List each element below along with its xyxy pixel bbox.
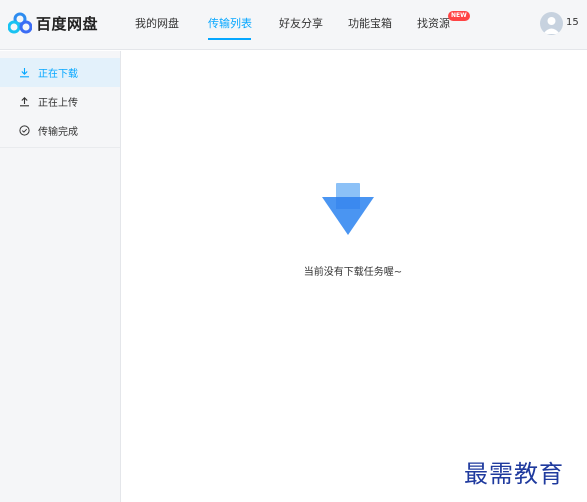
user-name[interactable]: 15: [566, 17, 579, 28]
sidebar-item-uploading[interactable]: 正在上传: [0, 87, 120, 116]
top-header: 百度网盘 我的网盘 传输列表 好友分享 功能宝箱 找资源 NEW 15: [0, 0, 587, 50]
transfer-sidebar: 正在下载 正在上传 传输完成: [0, 51, 121, 502]
app-logo[interactable]: 百度网盘: [8, 11, 98, 35]
empty-download-arrow-icon: [319, 183, 377, 241]
empty-state-message: 当前没有下载任务喔~: [303, 267, 403, 278]
avatar-person-icon: [543, 17, 560, 34]
active-tab-indicator: [208, 38, 251, 40]
check-circle-icon: [18, 124, 31, 137]
nav-find-resources[interactable]: 找资源: [417, 15, 450, 31]
user-avatar[interactable]: [540, 12, 563, 35]
sidebar-item-label: 正在下载: [38, 69, 78, 80]
new-badge: NEW: [448, 11, 470, 21]
nav-transfer-list[interactable]: 传输列表: [208, 15, 252, 31]
baidu-netdisk-logo-icon: [8, 12, 32, 34]
nav-feature-box[interactable]: 功能宝箱: [348, 15, 392, 31]
download-icon: [18, 66, 31, 79]
watermark: 最需教育: [464, 460, 564, 488]
sidebar-item-downloading[interactable]: 正在下载: [0, 58, 120, 87]
nav-friend-share[interactable]: 好友分享: [279, 15, 323, 31]
sidebar-item-completed[interactable]: 传输完成: [0, 116, 120, 145]
app-brand-name: 百度网盘: [36, 14, 99, 33]
sidebar-item-label: 传输完成: [38, 127, 78, 138]
upload-icon: [18, 95, 31, 108]
sidebar-item-label: 正在上传: [38, 98, 78, 109]
nav-my-netdisk[interactable]: 我的网盘: [135, 15, 179, 31]
sidebar-divider: [0, 147, 120, 148]
